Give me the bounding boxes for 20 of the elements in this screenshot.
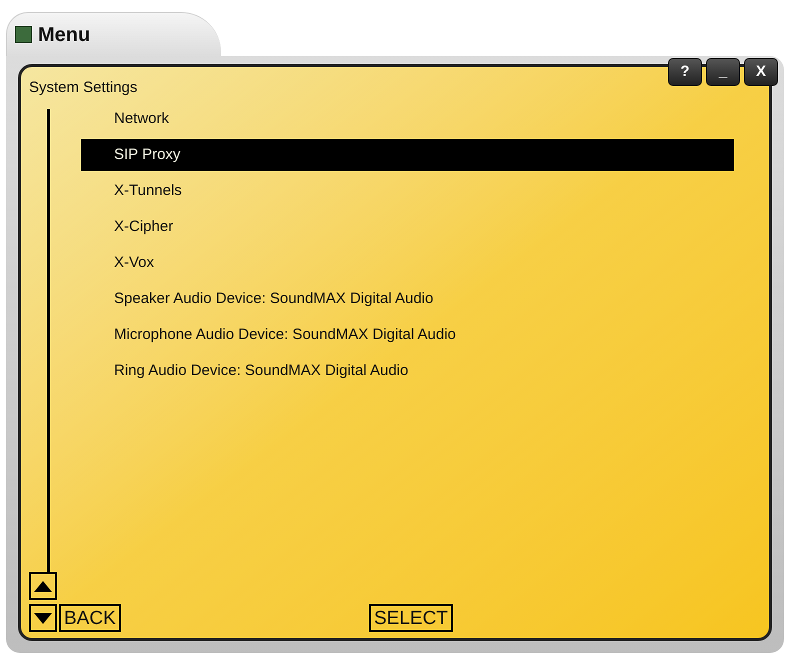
app-icon bbox=[15, 26, 32, 43]
up-arrow-icon bbox=[34, 580, 52, 592]
back-button[interactable]: BACK bbox=[59, 604, 121, 632]
panel-title: System Settings bbox=[29, 78, 138, 98]
menu-item[interactable]: Speaker Audio Device: SoundMAX Digital Audio bbox=[81, 283, 734, 315]
menu-item[interactable]: SIP Proxy bbox=[81, 139, 734, 171]
window-button[interactable]: ? bbox=[668, 58, 702, 86]
menu-item[interactable]: Network bbox=[81, 103, 734, 135]
menu-item[interactable]: X-Cipher bbox=[81, 211, 734, 243]
window-button[interactable]: _ bbox=[706, 58, 740, 86]
window-title: Menu bbox=[38, 22, 90, 48]
select-button[interactable]: SELECT bbox=[369, 604, 453, 632]
scroll-down-button[interactable] bbox=[29, 604, 57, 632]
scroll-up-button[interactable] bbox=[29, 572, 57, 600]
menu-item[interactable]: Ring Audio Device: SoundMAX Digital Audio bbox=[81, 355, 734, 387]
window-button[interactable]: X bbox=[744, 58, 778, 86]
menu-item[interactable]: Microphone Audio Device: SoundMAX Digital Audio bbox=[81, 319, 734, 351]
menu-item[interactable]: X-Vox bbox=[81, 247, 734, 279]
menu-item[interactable]: X-Tunnels bbox=[81, 175, 734, 207]
down-arrow-icon bbox=[34, 612, 52, 624]
